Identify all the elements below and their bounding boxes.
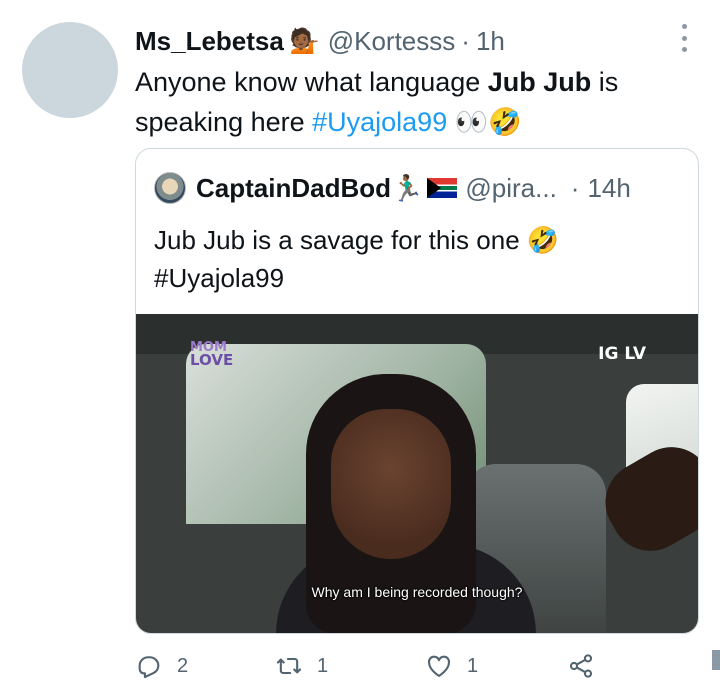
like-button[interactable]: 1: [425, 652, 478, 680]
tweet-text-bold: Jub Jub: [487, 67, 592, 97]
tweet-text-emoji: 👀🤣: [454, 107, 522, 137]
more-icon[interactable]: [676, 24, 692, 52]
reply-count: 2: [177, 654, 189, 677]
avatar[interactable]: [22, 22, 118, 118]
quote-author-handle[interactable]: @pira...: [465, 173, 556, 204]
retweet-button[interactable]: 1: [275, 652, 328, 680]
tweet-hashtag[interactable]: #Uyajola99: [312, 107, 447, 137]
channel-logo: MOM LOVE: [190, 341, 234, 369]
quoted-tweet[interactable]: CaptainDadBod 🏃🏾‍♂️ @pira... · 14h Jub J…: [135, 148, 699, 634]
reply-icon: [138, 656, 160, 679]
author-emoji: 💁🏾: [289, 27, 320, 55]
quote-text-line1: Jub Jub is a savage for this one 🤣: [154, 225, 560, 255]
tweet-header: Ms_Lebetsa 💁🏾 @Kortesss · 1h: [135, 24, 505, 58]
watermark: IG LV: [598, 344, 646, 364]
quote-author-emoji: 🏃🏾‍♂️: [391, 172, 424, 203]
tweet-text-part1: Anyone know what language: [135, 67, 488, 97]
reply-button[interactable]: 2: [135, 652, 188, 680]
like-count: 1: [467, 654, 479, 677]
tweet-actions: 2 1 1: [135, 648, 655, 684]
person-face: [331, 409, 451, 559]
separator-dot: ·: [461, 25, 470, 56]
channel-logo-bottom: LOVE: [190, 351, 234, 369]
like-icon: [428, 655, 450, 677]
scroll-indicator[interactable]: [712, 650, 720, 670]
retweet-count: 1: [317, 654, 329, 677]
quote-hashtag[interactable]: #Uyajola99: [154, 259, 674, 297]
quote-header: CaptainDadBod 🏃🏾‍♂️ @pira... · 14h: [154, 171, 631, 205]
tweet-time[interactable]: 1h: [476, 26, 505, 57]
south-africa-flag-icon: [427, 178, 458, 198]
author-handle[interactable]: @Kortesss: [328, 26, 456, 57]
video-media[interactable]: MOM LOVE IG LV Why am I being recorded t…: [136, 314, 698, 633]
share-icon: [569, 654, 593, 678]
video-subtitle: Why am I being recorded though?: [311, 584, 523, 600]
author-name[interactable]: Ms_Lebetsa: [135, 26, 284, 57]
retweet-icon: [276, 657, 302, 675]
quote-separator-dot: ·: [570, 172, 580, 203]
share-button[interactable]: [567, 652, 595, 680]
quote-text: Jub Jub is a savage for this one 🤣 #Uyaj…: [154, 221, 674, 297]
quote-avatar[interactable]: [154, 172, 186, 204]
tweet-text: Anyone know what language Jub Jub is spe…: [135, 62, 695, 142]
quote-author-name[interactable]: CaptainDadBod: [196, 173, 391, 204]
quote-time[interactable]: 14h: [587, 173, 630, 204]
